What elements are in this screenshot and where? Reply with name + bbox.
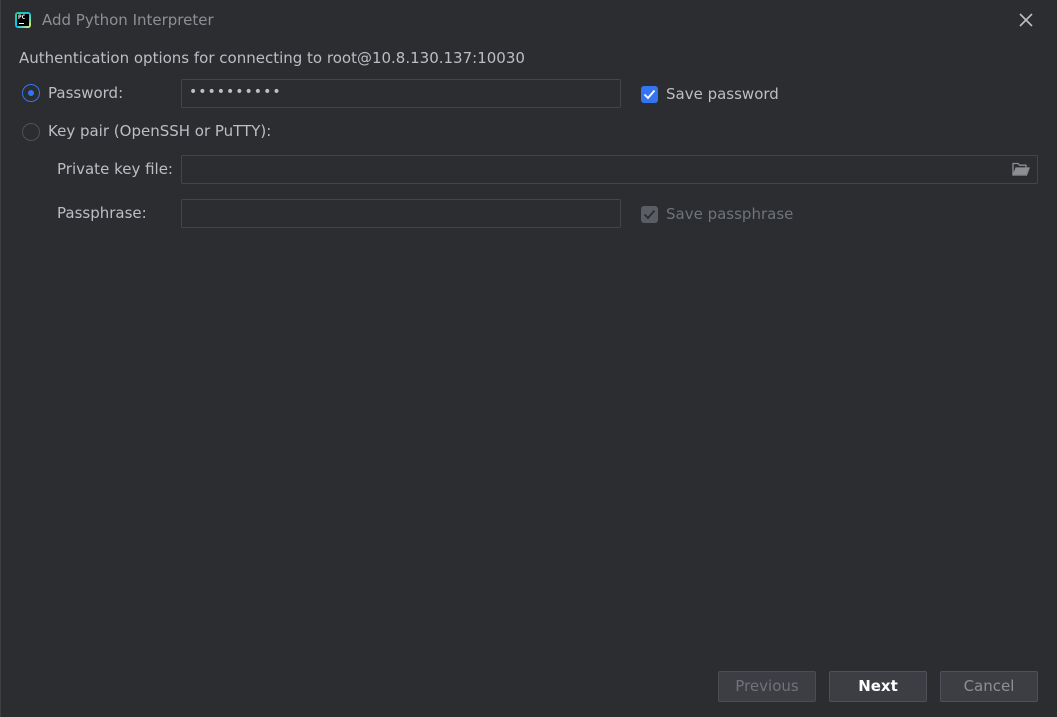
passphrase-label: Passphrase: bbox=[57, 204, 147, 222]
folder-icon[interactable] bbox=[1012, 162, 1030, 177]
previous-button[interactable]: Previous bbox=[718, 671, 816, 702]
save-passphrase-label: Save passphrase bbox=[666, 205, 794, 223]
checkmark-icon bbox=[643, 209, 656, 220]
save-passphrase-checkbox[interactable] bbox=[641, 206, 658, 223]
password-radio[interactable] bbox=[22, 84, 40, 102]
cancel-button[interactable]: Cancel bbox=[940, 671, 1038, 702]
pycharm-icon: PC bbox=[15, 12, 31, 28]
title-bar: PC Add Python Interpreter bbox=[1, 0, 1057, 40]
password-value: •••••••••• bbox=[189, 84, 282, 100]
close-button[interactable] bbox=[1013, 8, 1039, 32]
key-pair-radio[interactable] bbox=[22, 123, 40, 141]
checkmark-icon bbox=[643, 89, 656, 100]
password-field[interactable]: •••••••••• bbox=[181, 79, 621, 108]
close-icon bbox=[1019, 13, 1033, 27]
auth-heading: Authentication options for connecting to… bbox=[19, 49, 525, 67]
save-password-checkbox[interactable] bbox=[641, 86, 658, 103]
next-button[interactable]: Next bbox=[829, 671, 927, 702]
window-title: Add Python Interpreter bbox=[42, 11, 214, 29]
save-password-label[interactable]: Save password bbox=[666, 85, 779, 103]
private-key-file-label: Private key file: bbox=[57, 160, 173, 178]
key-pair-label[interactable]: Key pair (OpenSSH or PuTTY): bbox=[48, 122, 271, 140]
private-key-file-input[interactable] bbox=[181, 155, 1038, 184]
app-icon-text: PC bbox=[18, 14, 26, 21]
passphrase-input[interactable] bbox=[181, 199, 621, 228]
password-label[interactable]: Password: bbox=[48, 84, 123, 102]
add-python-interpreter-dialog: PC Add Python Interpreter Authentication… bbox=[0, 0, 1057, 717]
